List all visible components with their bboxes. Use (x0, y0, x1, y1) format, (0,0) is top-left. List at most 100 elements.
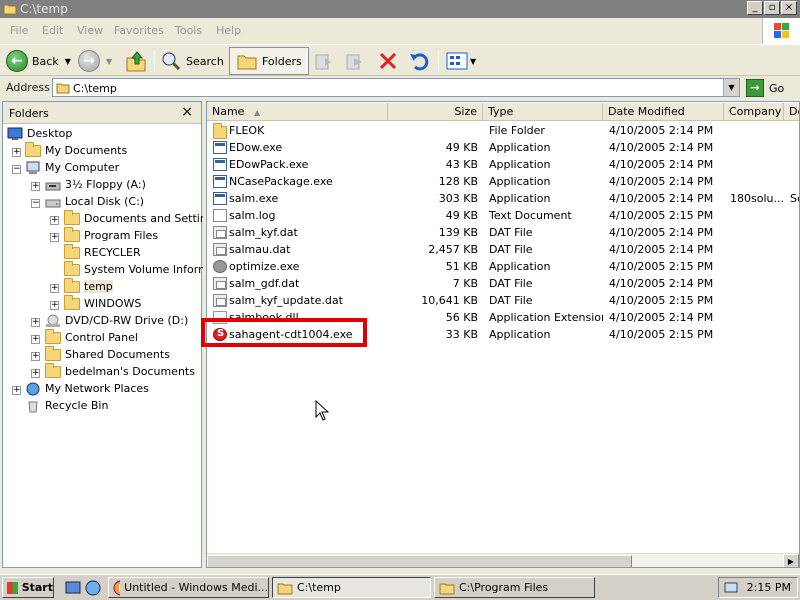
column-header-description[interactable]: De (784, 103, 799, 121)
back-button[interactable]: ← Back ▼ (6, 48, 71, 74)
toolbar-separator (306, 51, 307, 71)
expand-plus-icon[interactable]: + (31, 335, 40, 344)
file-company (730, 292, 784, 309)
file-row[interactable]: EDowPack.exe 43 KB Application 4/10/2005 2:… (207, 156, 799, 173)
move-to-icon (315, 54, 331, 70)
tree-item-dvd-drive[interactable]: DVD/CD-RW Drive (D:) (45, 312, 188, 329)
close-pane-icon[interactable]: × (181, 104, 193, 120)
file-date-modified: 4/10/2005 2:14 PM (609, 175, 714, 188)
tree-item-label: WINDOWS (84, 297, 142, 310)
tree-item-desktop[interactable]: Desktop (7, 125, 72, 142)
tree-item-bedelmans-documents[interactable]: bedelman's Documents (45, 362, 195, 380)
menu-help[interactable]: Help (216, 24, 241, 37)
tree-item-temp[interactable]: temp (64, 277, 113, 295)
tree-item-windows[interactable]: WINDOWS (64, 294, 142, 312)
dat-file-icon (213, 243, 227, 256)
up-folder-button[interactable] (124, 48, 148, 74)
gear-icon (213, 260, 227, 273)
copy-to-button[interactable] (344, 48, 366, 74)
folder-icon (64, 226, 80, 243)
column-header-size[interactable]: Size (388, 103, 483, 121)
tree-item-my-documents[interactable]: My Documents (25, 141, 127, 159)
tree-item-system-volume-information[interactable]: System Volume Informat (64, 260, 220, 278)
tree-item-documents-and-settings[interactable]: Documents and Settings (64, 209, 220, 227)
address-dropdown-button[interactable]: ▼ (723, 79, 739, 96)
file-company (730, 207, 784, 224)
internet-explorer-icon[interactable] (84, 579, 102, 597)
file-row[interactable]: EDow.exe 49 KB Application 4/10/2005 2:14 P… (207, 139, 799, 156)
menu-tools[interactable]: Tools (175, 24, 202, 37)
title-bar[interactable]: C:\temp _ ▫ × (0, 0, 800, 18)
menu-file[interactable]: File (10, 24, 28, 37)
expand-plus-icon[interactable]: + (31, 369, 40, 378)
scrollbar-thumb[interactable] (207, 555, 632, 567)
tree-item-local-disk-c[interactable]: Local Disk (C:) (45, 193, 144, 210)
close-button[interactable]: × (781, 1, 797, 15)
task-program-files[interactable]: C:\Program Files (434, 577, 595, 598)
show-desktop-icon[interactable] (64, 579, 82, 597)
system-tray: 2:15 PM (718, 577, 798, 598)
tree-item-recycler[interactable]: RECYCLER (64, 243, 141, 261)
address-input[interactable]: C:\temp ▼ (52, 78, 740, 97)
views-button[interactable]: ▼ (446, 48, 476, 74)
menu-edit[interactable]: Edit (42, 24, 63, 37)
column-header-name[interactable]: Name ▲ (207, 103, 388, 121)
go-button[interactable]: → Go (746, 79, 784, 97)
file-date-modified: 4/10/2005 2:14 PM (609, 141, 714, 154)
file-row[interactable]: salmau.dat 2,457 KB DAT File 4/10/2005 2:14… (207, 241, 799, 258)
restore-button[interactable]: ▫ (764, 1, 780, 15)
file-row[interactable]: salm.log 49 KB Text Document 4/10/2005 2:15… (207, 207, 799, 224)
undo-button[interactable] (408, 48, 430, 74)
file-row[interactable]: FLEOK File Folder 4/10/2005 2:14 PM (207, 122, 799, 139)
start-button[interactable]: Start (2, 577, 54, 598)
expand-plus-icon[interactable]: + (12, 386, 21, 395)
tree-item-program-files[interactable]: Program Files (64, 226, 158, 244)
menu-view[interactable]: View (77, 24, 103, 37)
file-row[interactable]: NCasePackage.exe 128 KB Application 4/10/20… (207, 173, 799, 190)
file-row[interactable]: optimize.exe 51 KB Application 4/10/2005 2:… (207, 258, 799, 275)
search-button[interactable]: Search (160, 48, 224, 74)
collapse-minus-icon[interactable]: − (31, 199, 40, 208)
expand-plus-icon[interactable]: + (31, 182, 40, 191)
expand-plus-icon[interactable]: + (31, 352, 40, 361)
minimize-button[interactable]: _ (747, 1, 763, 15)
tree-item-control-panel[interactable]: Control Panel (45, 328, 138, 346)
tree-item-label: Shared Documents (65, 348, 170, 361)
expand-plus-icon[interactable]: + (12, 148, 21, 157)
network-status-icon[interactable] (723, 580, 739, 596)
task-c-temp[interactable]: C:\temp (272, 577, 431, 598)
horizontal-scrollbar[interactable]: ▶ (207, 553, 799, 567)
column-header-type[interactable]: Type (483, 103, 603, 121)
file-row[interactable]: salm.exe 303 KB Application 4/10/2005 2:14 … (207, 190, 799, 207)
chevron-down-icon: ▼ (470, 56, 477, 66)
folder-icon (3, 4, 17, 15)
scroll-right-arrow-icon[interactable]: ▶ (783, 554, 799, 567)
file-row[interactable]: salm_gdf.dat 7 KB DAT File 4/10/2005 2:14 P… (207, 275, 799, 292)
expand-plus-icon[interactable]: + (50, 216, 59, 225)
delete-button[interactable] (377, 48, 399, 74)
collapse-minus-icon[interactable]: − (12, 165, 21, 174)
expand-plus-icon[interactable]: + (50, 284, 59, 293)
menu-favorites[interactable]: Favorites (114, 24, 164, 37)
forward-button[interactable]: → ▼ (78, 48, 112, 74)
tree-item-label: RECYCLER (84, 246, 141, 259)
file-date-modified: 4/10/2005 2:15 PM (609, 294, 714, 307)
task-windows-media[interactable]: Untitled - Windows Medi... (108, 577, 269, 598)
file-size: 139 KB (438, 226, 478, 239)
clock[interactable]: 2:15 PM (747, 581, 791, 594)
file-row[interactable]: salm_kyf.dat 139 KB DAT File 4/10/2005 2:14… (207, 224, 799, 241)
tree-item-my-network-places[interactable]: My Network Places (25, 380, 149, 397)
expand-plus-icon[interactable]: + (31, 318, 40, 327)
tree-item-recycle-bin[interactable]: Recycle Bin (25, 397, 108, 414)
expand-plus-icon[interactable]: + (50, 301, 59, 310)
tree-item-floppy[interactable]: 3½ Floppy (A:) (45, 176, 146, 193)
taskbar: Start Untitled - Windows Medi... C:\temp… (0, 574, 800, 600)
tree-item-my-computer[interactable]: My Computer (25, 159, 119, 176)
tree-item-shared-documents[interactable]: Shared Documents (45, 345, 170, 363)
folders-button[interactable]: Folders (229, 47, 309, 75)
column-header-company[interactable]: Company (724, 103, 784, 121)
expand-plus-icon[interactable]: + (50, 233, 59, 242)
move-to-button[interactable] (313, 48, 335, 74)
column-header-date-modified[interactable]: Date Modified (603, 103, 724, 121)
file-row[interactable]: salm_kyf_update.dat 10,641 KB DAT File 4/10… (207, 292, 799, 309)
